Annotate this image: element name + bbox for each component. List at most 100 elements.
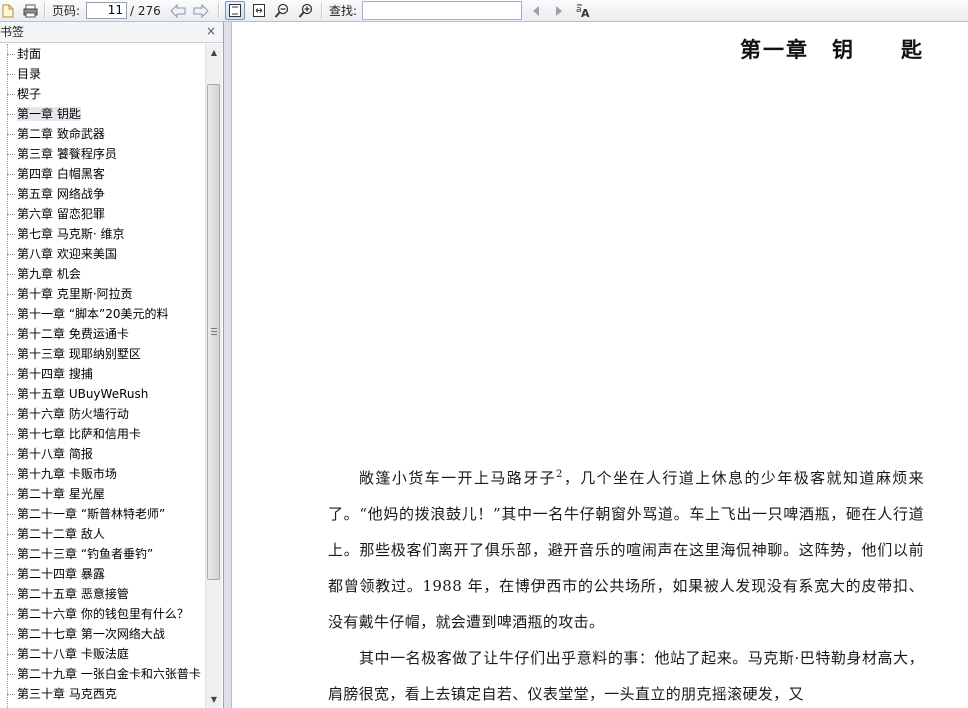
scroll-down-icon[interactable]: ▼ bbox=[206, 691, 222, 708]
document-view: 第一章 钥 匙 敞篷小货车一开上马路牙子2，几个坐在人行道上休息的少年极客就知道… bbox=[232, 22, 968, 708]
bookmark-item[interactable]: 第二十九章 一张白金卡和六张普卡 bbox=[0, 664, 206, 684]
zoom-out-icon[interactable] bbox=[274, 2, 290, 19]
bookmark-item[interactable]: 第二十六章 你的钱包里有什么？ bbox=[0, 604, 206, 624]
close-icon[interactable]: × bbox=[205, 24, 217, 38]
body-paragraph: 敞篷小货车一开上马路牙子2，几个坐在人行道上休息的少年极客就知道麻烦来了。“他妈… bbox=[328, 460, 924, 640]
bookmark-item[interactable]: 第十五章 UBuyWeRush bbox=[0, 384, 206, 404]
grip-icon bbox=[211, 328, 217, 336]
panel-splitter[interactable] bbox=[224, 22, 232, 708]
bookmark-item[interactable]: 封面 bbox=[0, 44, 206, 64]
bookmark-item[interactable]: 第九章 机会 bbox=[0, 264, 206, 284]
bookmark-label: 第十九章 卡贩市场 bbox=[17, 467, 117, 481]
bookmark-item[interactable]: 第十九章 卡贩市场 bbox=[0, 464, 206, 484]
bookmark-label: 第二十九章 一张白金卡和六张普卡 bbox=[17, 667, 201, 681]
page-number-input[interactable]: 11 bbox=[86, 2, 127, 19]
bookmark-item[interactable]: 第二十四章 暴露 bbox=[0, 564, 206, 584]
bookmark-label: 第七章 马克斯· 维京 bbox=[17, 227, 125, 241]
bookmark-label: 第二十章 星光屋 bbox=[17, 487, 105, 501]
bookmark-label: 第二十八章 卡贩法庭 bbox=[17, 647, 129, 661]
paragraph-text: 敞篷小货车一开上马路牙子 bbox=[359, 469, 557, 487]
footnote-marker: 2 bbox=[556, 469, 563, 480]
bookmark-label: 第十三章 现耶纳别墅区 bbox=[17, 347, 141, 361]
bookmarks-scrollbar[interactable]: ▲ ▼ bbox=[205, 44, 222, 708]
bookmark-item[interactable]: 第十八章 简报 bbox=[0, 444, 206, 464]
bookmark-label: 第十六章 防火墙行动 bbox=[17, 407, 129, 421]
bookmark-item[interactable]: 第二章 致命武器 bbox=[0, 124, 206, 144]
svg-text:A: A bbox=[581, 7, 590, 18]
bookmark-item[interactable]: 第二十一章 “斯普林特老师” bbox=[0, 504, 206, 524]
fit-page-icon[interactable] bbox=[225, 1, 245, 20]
bookmark-item[interactable]: 第十七章 比萨和信用卡 bbox=[0, 424, 206, 444]
bookmark-item[interactable]: 第十三章 现耶纳别墅区 bbox=[0, 344, 206, 364]
bookmark-label: 第十章 克里斯·阿拉贡 bbox=[17, 287, 133, 301]
fit-width-icon[interactable] bbox=[251, 2, 267, 19]
total-pages: / 276 bbox=[130, 4, 161, 18]
open-file-icon[interactable] bbox=[0, 2, 16, 19]
bookmark-item[interactable]: 第三章 饕餮程序员 bbox=[0, 144, 206, 164]
search-label: 查找: bbox=[329, 4, 358, 18]
bookmark-item[interactable]: 楔子 bbox=[0, 84, 206, 104]
bookmark-item[interactable]: 第二十三章 “钓鱼者垂钓” bbox=[0, 544, 206, 564]
bookmark-item[interactable]: 第五章 网络战争 bbox=[0, 184, 206, 204]
bookmark-item[interactable]: 第十章 克里斯·阿拉贡 bbox=[0, 284, 206, 304]
bookmarks-header: 书签 × bbox=[0, 22, 223, 43]
bookmark-item[interactable]: 目录 bbox=[0, 64, 206, 84]
chapter-title: 第一章 钥 匙 bbox=[740, 37, 924, 62]
scroll-up-icon[interactable]: ▲ bbox=[206, 44, 222, 61]
bookmarks-panel: 书签 × 封面目录楔子第一章 钥匙第二章 致命武器 第三章 饕餮程序员 第四章 白帽… bbox=[0, 22, 224, 708]
bookmark-item[interactable]: 第一章 钥匙 bbox=[0, 104, 206, 124]
bookmark-label: 第二十五章 恶意接管 bbox=[17, 587, 129, 601]
bookmark-label: 第二十三章 “钓鱼者垂钓” bbox=[17, 547, 154, 561]
bookmark-label: 第五章 网络战争 bbox=[17, 187, 105, 201]
bookmark-label: 第六章 留恋犯罪 bbox=[17, 207, 105, 221]
page-label: 页码: bbox=[52, 4, 81, 18]
bookmark-label: 第十一章 “脚本”20美元的料 bbox=[17, 307, 169, 321]
bookmark-item[interactable]: 第十四章 搜捕 bbox=[0, 364, 206, 384]
bookmark-item[interactable]: 第三十章 马克西克 bbox=[0, 684, 206, 704]
bookmark-label: 第二章 致命武器 bbox=[17, 127, 105, 141]
bookmark-label: 第二十四章 暴露 bbox=[17, 567, 105, 581]
bookmark-label: 封面 bbox=[17, 47, 42, 61]
bookmark-label: 第二十二章 敌人 bbox=[17, 527, 105, 541]
bookmark-item[interactable]: 第二十七章 第一次网络大战 bbox=[0, 624, 206, 644]
bookmark-item[interactable]: 第十一章 “脚本”20美元的料 bbox=[0, 304, 206, 324]
bookmark-label: 第十五章 UBuyWeRush bbox=[17, 387, 149, 401]
bookmark-label: 第二十七章 第一次网络大战 bbox=[17, 627, 165, 641]
scrollbar-thumb[interactable] bbox=[207, 84, 220, 580]
bookmark-label: 第二十一章 “斯普林特老师” bbox=[17, 507, 166, 521]
bookmark-item[interactable]: 第八章 欢迎来美国 bbox=[0, 244, 206, 264]
bookmark-label: 第二十六章 你的钱包里有什么？ bbox=[17, 607, 189, 621]
search-next-icon[interactable] bbox=[551, 2, 567, 19]
bookmark-item[interactable]: 第七章 马克斯· 维京 bbox=[0, 224, 206, 244]
bookmark-label: 第四章 白帽黑客 bbox=[17, 167, 105, 181]
zoom-in-icon[interactable] bbox=[298, 2, 314, 19]
print-icon[interactable] bbox=[22, 2, 38, 19]
toolbar-separator bbox=[321, 3, 323, 18]
search-input[interactable] bbox=[362, 1, 522, 20]
bookmark-item[interactable]: 第二十八章 卡贩法庭 bbox=[0, 644, 206, 664]
search-previous-icon[interactable] bbox=[528, 2, 544, 19]
previous-page-icon[interactable] bbox=[170, 2, 186, 19]
paragraph-text: ，几个坐在人行道上休息的少年极客就知道麻烦来了。“他妈的拨浪鼓儿！”其中一名牛仔… bbox=[328, 469, 925, 631]
match-case-icon[interactable]: aA bbox=[575, 2, 593, 19]
bookmark-item[interactable]: 第二十五章 恶意接管 bbox=[0, 584, 206, 604]
toolbar: 页码: 11 / 276 查找: aA bbox=[0, 0, 968, 22]
bookmark-label: 第十四章 搜捕 bbox=[17, 367, 93, 381]
bookmark-label: 目录 bbox=[17, 67, 42, 81]
bookmark-label: 第十二章 免费运通卡 bbox=[17, 327, 129, 341]
body-paragraph: 其中一名极客做了让牛仔们出乎意料的事：他站了起来。马克斯·巴特勒身材高大，肩膀很… bbox=[328, 649, 924, 703]
toolbar-separator bbox=[44, 3, 46, 18]
next-page-icon[interactable] bbox=[193, 2, 209, 19]
bookmark-label: 第十七章 比萨和信用卡 bbox=[17, 427, 141, 441]
bookmark-item[interactable]: 第六章 留恋犯罪 bbox=[0, 204, 206, 224]
bookmark-label: 第八章 欢迎来美国 bbox=[17, 247, 117, 261]
toolbar-separator bbox=[218, 3, 220, 18]
bookmark-item[interactable]: 第二十章 星光屋 bbox=[0, 484, 206, 504]
bookmark-item[interactable]: 第十六章 防火墙行动 bbox=[0, 404, 206, 424]
bookmark-item[interactable]: 第四章 白帽黑客 bbox=[0, 164, 206, 184]
bookmark-label: 楔子 bbox=[17, 87, 42, 101]
bookmark-item[interactable]: 第十二章 免费运通卡 bbox=[0, 324, 206, 344]
bookmark-item[interactable]: 第二十二章 敌人 bbox=[0, 524, 206, 544]
bookmark-label: 第三章 饕餮程序员 bbox=[17, 147, 117, 161]
bookmark-label: 第一章 钥匙 bbox=[17, 107, 81, 121]
